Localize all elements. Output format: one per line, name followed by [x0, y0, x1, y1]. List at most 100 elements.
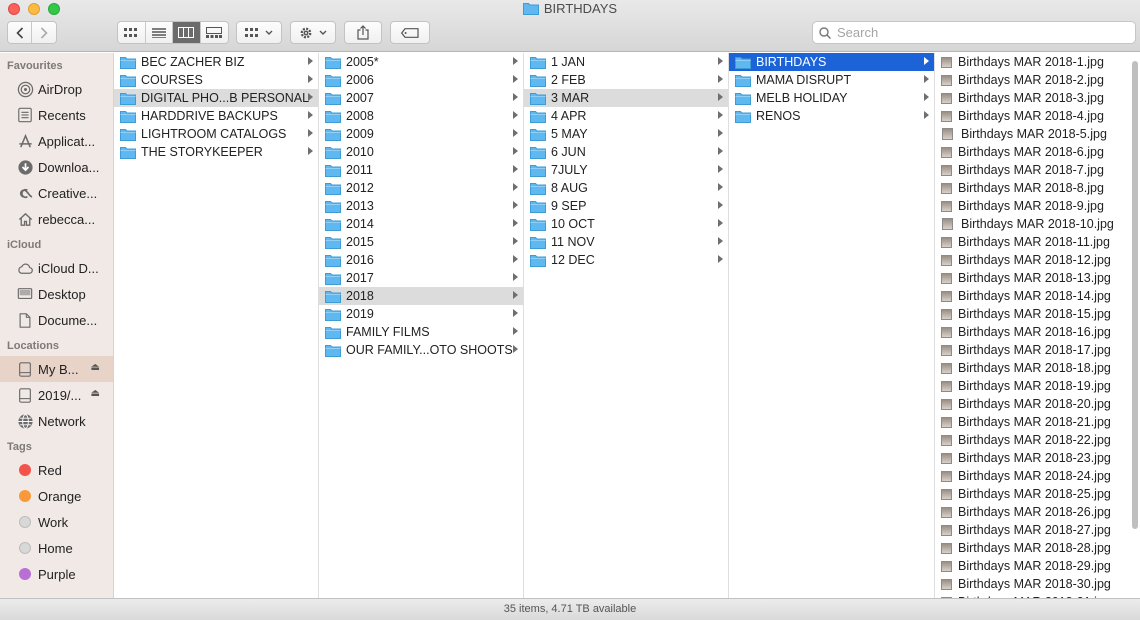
sidebar-item-2019[interactable]: 2019/... ⏏	[0, 382, 113, 408]
folder-row[interactable]: 2017	[319, 269, 523, 287]
file-row[interactable]: Birthdays MAR 2018-14.jpg	[935, 287, 1140, 305]
folder-row[interactable]: 2016	[319, 251, 523, 269]
folder-row[interactable]: 2010	[319, 143, 523, 161]
folder-row[interactable]: 1 JAN	[524, 53, 728, 71]
folder-row[interactable]: THE STORYKEEPER	[114, 143, 318, 161]
sidebar-item-desktop[interactable]: Desktop	[0, 281, 113, 307]
sidebar-item-orange[interactable]: Orange	[0, 483, 113, 509]
folder-row[interactable]: OUR FAMILY...OTO SHOOTS	[319, 341, 523, 359]
folder-row[interactable]: 2006	[319, 71, 523, 89]
sidebar-item-downloa[interactable]: Downloa...	[0, 154, 113, 180]
folder-row[interactable]: 2018	[319, 287, 523, 305]
sidebar-item-red[interactable]: Red	[0, 457, 113, 483]
folder-label: 2013	[346, 199, 374, 213]
file-row[interactable]: Birthdays MAR 2018-27.jpg	[935, 521, 1140, 539]
folder-row[interactable]: BEC ZACHER BIZ	[114, 53, 318, 71]
folder-row[interactable]: 7JULY	[524, 161, 728, 179]
folder-row[interactable]: 2015	[319, 233, 523, 251]
file-row[interactable]: Birthdays MAR 2018-16.jpg	[935, 323, 1140, 341]
folder-row[interactable]: 4 APR	[524, 107, 728, 125]
file-row[interactable]: Birthdays MAR 2018-1.jpg	[935, 53, 1140, 71]
file-row[interactable]: Birthdays MAR 2018-3.jpg	[935, 89, 1140, 107]
sidebar-item-creative[interactable]: Creative...	[0, 180, 113, 206]
folder-row[interactable]: 2019	[319, 305, 523, 323]
folder-row[interactable]: 5 MAY	[524, 125, 728, 143]
back-button[interactable]	[8, 22, 33, 43]
file-row[interactable]: Birthdays MAR 2018-25.jpg	[935, 485, 1140, 503]
folder-row[interactable]: RENOS	[729, 107, 934, 125]
share-button[interactable]	[344, 21, 382, 44]
folder-row[interactable]: 2011	[319, 161, 523, 179]
folder-row[interactable]: 2008	[319, 107, 523, 125]
folder-row[interactable]: 2013	[319, 197, 523, 215]
file-row[interactable]: Birthdays MAR 2018-2.jpg	[935, 71, 1140, 89]
sidebar-item-recents[interactable]: Recents	[0, 102, 113, 128]
sidebar-item-network[interactable]: Network	[0, 408, 113, 434]
folder-row[interactable]: 2012	[319, 179, 523, 197]
sidebar-item-home[interactable]: Home	[0, 535, 113, 561]
folder-row[interactable]: MAMA DISRUPT	[729, 71, 934, 89]
file-row[interactable]: Birthdays MAR 2018-5.jpg	[935, 125, 1140, 143]
file-row[interactable]: Birthdays MAR 2018-17.jpg	[935, 341, 1140, 359]
folder-row[interactable]: 12 DEC	[524, 251, 728, 269]
folder-row[interactable]: 2014	[319, 215, 523, 233]
file-row[interactable]: Birthdays MAR 2018-13.jpg	[935, 269, 1140, 287]
forward-button[interactable]	[32, 22, 56, 43]
group-by-button[interactable]	[236, 21, 282, 44]
file-row[interactable]: Birthdays MAR 2018-10.jpg	[935, 215, 1140, 233]
file-row[interactable]: Birthdays MAR 2018-26.jpg	[935, 503, 1140, 521]
file-row[interactable]: Birthdays MAR 2018-20.jpg	[935, 395, 1140, 413]
folder-row[interactable]: 2 FEB	[524, 71, 728, 89]
file-row[interactable]: Birthdays MAR 2018-24.jpg	[935, 467, 1140, 485]
folder-row[interactable]: BIRTHDAYS	[729, 53, 934, 71]
sidebar-item-airdrop[interactable]: AirDrop	[0, 76, 113, 102]
folder-row[interactable]: LIGHTROOM CATALOGS	[114, 125, 318, 143]
folder-row[interactable]: 2007	[319, 89, 523, 107]
file-row[interactable]: Birthdays MAR 2018-4.jpg	[935, 107, 1140, 125]
sidebar-item-work[interactable]: Work	[0, 509, 113, 535]
folder-row[interactable]: 11 NOV	[524, 233, 728, 251]
search-field[interactable]: Search	[812, 21, 1136, 44]
eject-icon[interactable]: ⏏	[91, 362, 100, 373]
folder-row[interactable]: 2005*	[319, 53, 523, 71]
file-row[interactable]: Birthdays MAR 2018-8.jpg	[935, 179, 1140, 197]
file-row[interactable]: Birthdays MAR 2018-7.jpg	[935, 161, 1140, 179]
action-button[interactable]	[290, 21, 336, 44]
file-row[interactable]: Birthdays MAR 2018-18.jpg	[935, 359, 1140, 377]
file-row[interactable]: Birthdays MAR 2018-19.jpg	[935, 377, 1140, 395]
file-row[interactable]: Birthdays MAR 2018-23.jpg	[935, 449, 1140, 467]
folder-row[interactable]: 6 JUN	[524, 143, 728, 161]
file-row[interactable]: Birthdays MAR 2018-21.jpg	[935, 413, 1140, 431]
eject-icon[interactable]: ⏏	[91, 388, 100, 399]
sidebar-item-my-b[interactable]: My B... ⏏	[0, 356, 113, 382]
file-row[interactable]: Birthdays MAR 2018-29.jpg	[935, 557, 1140, 575]
file-row[interactable]: Birthdays MAR 2018-28.jpg	[935, 539, 1140, 557]
file-row[interactable]: Birthdays MAR 2018-12.jpg	[935, 251, 1140, 269]
tags-button[interactable]	[390, 21, 430, 44]
file-row[interactable]: Birthdays MAR 2018-11.jpg	[935, 233, 1140, 251]
folder-row[interactable]: FAMILY FILMS	[319, 323, 523, 341]
file-row[interactable]: Birthdays MAR 2018-22.jpg	[935, 431, 1140, 449]
sidebar-item-rebecca[interactable]: rebecca...	[0, 206, 113, 232]
file-row[interactable]: Birthdays MAR 2018-9.jpg	[935, 197, 1140, 215]
file-row[interactable]: Birthdays MAR 2018-15.jpg	[935, 305, 1140, 323]
folder-row[interactable]: COURSES	[114, 71, 318, 89]
file-row[interactable]: Birthdays MAR 2018-6.jpg	[935, 143, 1140, 161]
folder-row[interactable]: HARDDRIVE BACKUPS	[114, 107, 318, 125]
sidebar-item-applicat[interactable]: Applicat...	[0, 128, 113, 154]
folder-row[interactable]: 3 MAR	[524, 89, 728, 107]
folder-row[interactable]: 8 AUG	[524, 179, 728, 197]
sidebar-item-purple[interactable]: Purple	[0, 561, 113, 587]
column-view-button[interactable]	[173, 22, 201, 43]
file-row[interactable]: Birthdays MAR 2018-30.jpg	[935, 575, 1140, 593]
folder-row[interactable]: MELB HOLIDAY	[729, 89, 934, 107]
list-view-button[interactable]	[146, 22, 173, 43]
folder-row[interactable]: 10 OCT	[524, 215, 728, 233]
sidebar-item-docume[interactable]: Docume...	[0, 307, 113, 333]
gallery-view-button[interactable]	[201, 22, 228, 43]
folder-row[interactable]: 2009	[319, 125, 523, 143]
icon-view-button[interactable]	[118, 22, 146, 43]
folder-row[interactable]: DIGITAL PHO...B PERSONAL	[114, 89, 318, 107]
sidebar-item-icloud-d[interactable]: iCloud D...	[0, 255, 113, 281]
folder-row[interactable]: 9 SEP	[524, 197, 728, 215]
